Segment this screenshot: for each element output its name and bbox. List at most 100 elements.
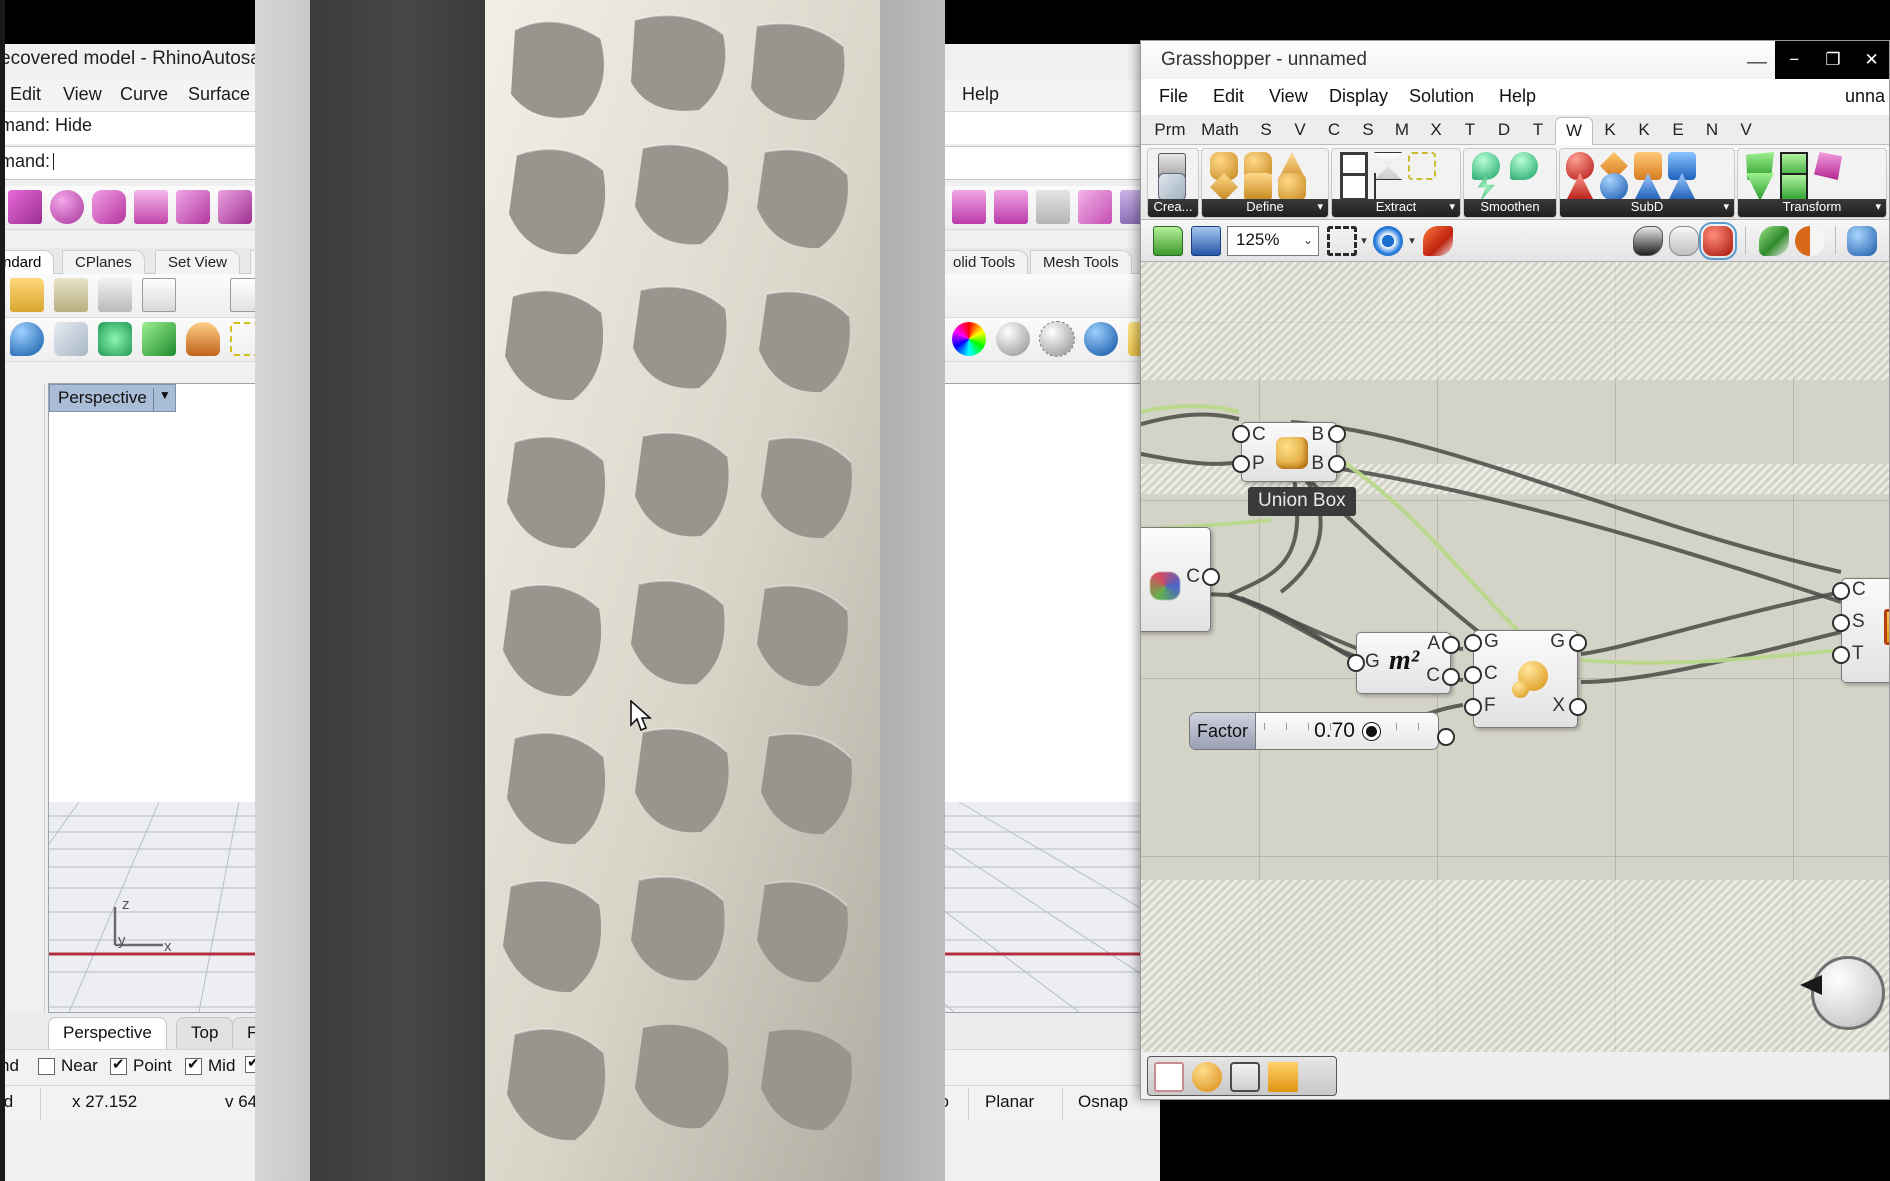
rhino-icon-extrude-b[interactable] (994, 190, 1028, 224)
node-union-box-output-b2[interactable]: B (1311, 453, 1324, 475)
polyline-tool-icon[interactable] (6, 601, 38, 633)
ribbon-tab-c[interactable]: C (1317, 117, 1351, 145)
chevron-down-icon[interactable]: ▾ (1317, 200, 1323, 213)
ribbon-tab-n[interactable]: N (1695, 117, 1729, 145)
node-plane[interactable]: C (1141, 527, 1220, 632)
sketch-icon[interactable] (1327, 226, 1357, 256)
chevron-down-icon[interactable]: ⌄ (1303, 233, 1313, 247)
sphere-preview-icon[interactable] (1192, 1062, 1222, 1092)
port-scale-output-x[interactable] (1569, 698, 1587, 716)
chevron-down-icon[interactable]: ▾ (1449, 200, 1455, 213)
gh-menu-help[interactable]: Help (1499, 86, 1536, 107)
rhino-icon-boolean[interactable] (92, 190, 126, 224)
node-right-input-t[interactable]: T (1852, 643, 1864, 665)
cut-scissors-icon[interactable] (186, 278, 220, 312)
ribbon-tab-v[interactable]: V (1283, 117, 1317, 145)
rhino-icon-box-wire[interactable] (176, 190, 210, 224)
orange-cone-icon[interactable] (186, 322, 220, 356)
rhino-menu-edit[interactable]: Edit (10, 84, 41, 105)
subd-cylinder-icon[interactable] (1244, 173, 1272, 201)
move-icon[interactable] (1268, 1062, 1298, 1092)
chevron-down-icon[interactable]: ▾ (1723, 200, 1729, 213)
rhino-icon-box-edit[interactable] (8, 190, 42, 224)
status-planar[interactable]: Planar (985, 1092, 1034, 1112)
osnap-point-checkbox[interactable] (110, 1055, 127, 1075)
viewport-label[interactable]: Perspective ▼ (49, 384, 176, 412)
navigation-compass[interactable] (1800, 956, 1885, 1030)
rhino-tab-mesh-tools[interactable]: Mesh Tools (1030, 250, 1132, 274)
arc-tool-icon[interactable] (6, 517, 38, 549)
copy-page-icon[interactable] (142, 278, 176, 312)
port-right-input-t[interactable] (1832, 646, 1850, 664)
viewport-tab-perspective[interactable]: Perspective (48, 1017, 167, 1049)
sphere-gray-icon[interactable] (996, 322, 1030, 356)
chevron-down-icon[interactable]: ▾ (1405, 226, 1419, 256)
ribbon-tab-t1[interactable]: T (1453, 117, 1487, 145)
save-disk-icon[interactable] (1191, 226, 1221, 256)
osnap-mid-checkbox[interactable] (185, 1055, 202, 1075)
minimize-button[interactable]: − (1775, 41, 1814, 79)
solid-tool-icon[interactable] (6, 727, 38, 759)
subd-dodeca-icon[interactable] (1278, 173, 1306, 201)
chevron-down-icon[interactable]: ▾ (1357, 226, 1371, 256)
port-right-input-s[interactable] (1832, 614, 1850, 632)
zoom-level-select[interactable]: 125% ⌄ (1227, 226, 1319, 256)
transform-pink-icon[interactable] (1814, 152, 1842, 180)
sphere-blue-icon[interactable] (1084, 322, 1118, 356)
curve-icon[interactable] (1306, 1062, 1336, 1092)
node-area-input-g[interactable]: G (1365, 651, 1380, 673)
node-scale[interactable]: G C F G X (1464, 630, 1587, 728)
port-plane-output-c[interactable] (1202, 568, 1220, 586)
ribbon-tab-prm[interactable]: Prm (1147, 117, 1193, 145)
sphere-tool-icon[interactable] (6, 685, 38, 717)
node-scale-input-g[interactable]: G (1484, 631, 1499, 653)
node-union-box[interactable]: C P B B Union Box (1232, 422, 1356, 516)
node-right-input-s[interactable]: S (1852, 611, 1865, 633)
port-scale-input-c[interactable] (1464, 666, 1482, 684)
rhino-icon-offset[interactable] (1036, 190, 1070, 224)
rhino-menu-view[interactable]: View (63, 84, 102, 105)
node-area-output-a[interactable]: A (1427, 633, 1440, 655)
rhino-tab-solid-tools[interactable]: olid Tools (940, 250, 1029, 274)
viewport-tab-top[interactable]: Top (176, 1017, 234, 1049)
ribbon-tab-s1[interactable]: S (1249, 117, 1283, 145)
port-scale-input-g[interactable] (1464, 634, 1482, 652)
close-button[interactable]: ✕ (1852, 41, 1889, 79)
node-area[interactable]: G A C m² (1347, 632, 1460, 694)
osnap-near-checkbox[interactable] (38, 1057, 55, 1075)
port-area-output-a[interactable] (1442, 636, 1460, 654)
text-tool-icon[interactable] (6, 853, 38, 885)
ribbon-tab-m[interactable]: M (1385, 117, 1419, 145)
port-slider-output[interactable] (1437, 728, 1455, 746)
port-output-b1[interactable] (1328, 425, 1346, 443)
gh-menu-solution[interactable]: Solution (1409, 86, 1474, 107)
rectangle-tool-icon[interactable] (6, 559, 38, 591)
port-scale-input-f[interactable] (1464, 698, 1482, 716)
ribbon-tab-k1[interactable]: K (1593, 117, 1627, 145)
print-icon[interactable] (98, 278, 132, 312)
rhino-menu-curve[interactable]: Curve (120, 84, 168, 105)
bake-flame-icon[interactable] (1423, 226, 1453, 256)
osnap-mid[interactable]: Mid (185, 1055, 235, 1076)
save-disk-icon[interactable] (54, 278, 88, 312)
green-bucket-icon[interactable] (142, 322, 176, 356)
node-scale-input-f[interactable]: F (1484, 695, 1496, 717)
node-scale-input-c[interactable]: C (1484, 663, 1498, 685)
factor-slider[interactable]: Factor 0.70 (1189, 712, 1439, 750)
node-area-output-c[interactable]: C (1426, 665, 1440, 687)
wireframe-icon[interactable] (1669, 226, 1699, 256)
node-right-input-c[interactable]: C (1852, 579, 1866, 601)
bake-down-icon[interactable] (1230, 1062, 1260, 1092)
rhino-tab-setview[interactable]: Set View (155, 250, 240, 274)
ghosted-hex-icon[interactable] (54, 322, 88, 356)
node-scale-output-x[interactable]: X (1552, 695, 1565, 717)
grasshopper-canvas[interactable]: C P B B Union Box C G A C m² G C F G X C… (1141, 262, 1889, 1052)
gh-menu-edit[interactable]: Edit (1213, 86, 1244, 107)
rhino-menu-help[interactable]: Help (962, 84, 999, 105)
gh-menu-view[interactable]: View (1269, 86, 1308, 107)
subd-blue-ellipse-icon[interactable] (1600, 173, 1628, 201)
ribbon-tab-d[interactable]: D (1487, 117, 1521, 145)
transform-tool-icon[interactable] (6, 895, 38, 927)
status-osnap[interactable]: Osnap (1078, 1092, 1128, 1112)
port-scale-output-g[interactable] (1569, 634, 1587, 652)
